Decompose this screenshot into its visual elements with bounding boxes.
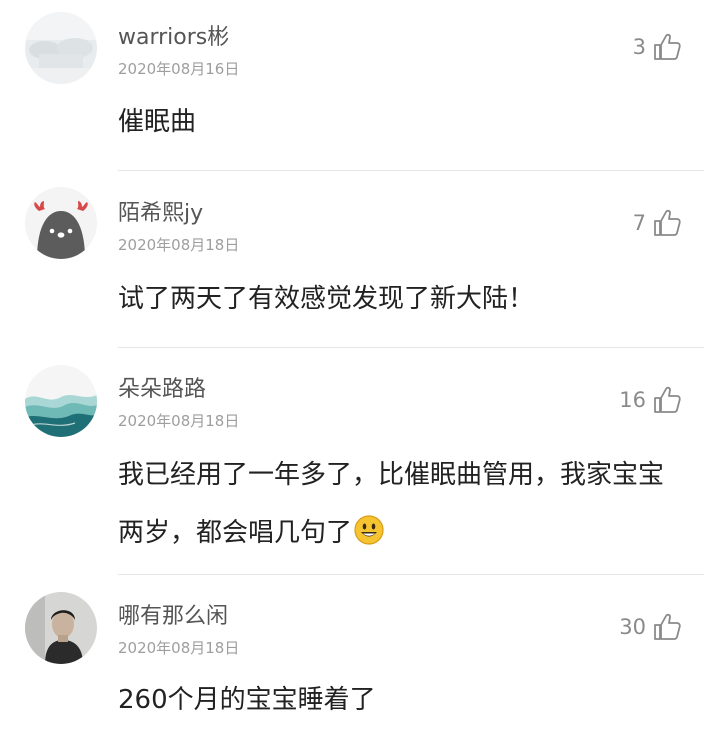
comment-item: warriors彬 2020年08月16日 3 催眠曲 [0, 0, 704, 171]
avatar[interactable] [25, 365, 97, 437]
comment-text: 催眠曲 [118, 107, 197, 137]
comment-date: 2020年08月16日 [118, 60, 240, 78]
comment-text: 试了两天了有效感觉发现了新大陆！ [118, 284, 535, 314]
like-button[interactable]: 7 [633, 207, 682, 239]
username[interactable]: 陌希熙jy [118, 203, 203, 225]
username[interactable]: warriors彬 [118, 27, 229, 49]
comment-text-content: 我已经用了一年多了，比催眠曲管用，我家宝宝两岁，都会唱几句了 [118, 460, 665, 548]
smiley-emoji-icon [354, 515, 384, 545]
thumbs-up-icon [652, 208, 682, 238]
like-button[interactable]: 30 [619, 611, 682, 643]
avatar[interactable] [25, 592, 97, 664]
comment-text: 我已经用了一年多了，比催眠曲管用，我家宝宝两岁，都会唱几句了 [118, 446, 684, 562]
avatar-portrait-icon [25, 592, 97, 664]
comment-item: 朵朵路路 2020年08月18日 16 我已经用了一年多了，比催眠曲管用，我家宝… [0, 348, 704, 575]
thumbs-up-icon [652, 32, 682, 62]
like-count: 16 [619, 387, 646, 412]
comment-item: 哪有那么闲 2020年08月18日 30 260个月的宝宝睡着了 [0, 575, 704, 739]
comment-date: 2020年08月18日 [118, 412, 240, 430]
comment-text: 260个月的宝宝睡着了 [118, 685, 376, 715]
thumbs-up-icon [652, 385, 682, 415]
comment-date: 2020年08月18日 [118, 639, 240, 657]
avatar[interactable] [25, 187, 97, 259]
like-count: 30 [619, 614, 646, 639]
thumbs-up-icon [652, 612, 682, 642]
username[interactable]: 朵朵路路 [118, 379, 206, 401]
comment-date: 2020年08月18日 [118, 236, 240, 254]
username[interactable]: 哪有那么闲 [118, 606, 228, 628]
like-button[interactable]: 16 [619, 384, 682, 416]
like-count: 3 [632, 34, 646, 59]
comment-item: 陌希熙jy 2020年08月18日 7 试了两天了有效感觉发现了新大陆！ [0, 171, 704, 348]
like-button[interactable]: 3 [633, 31, 682, 63]
avatar-wave-icon [25, 365, 97, 437]
avatar-landscape-icon [25, 12, 97, 84]
avatar[interactable] [25, 12, 97, 84]
avatar-cartoon-deer-icon [25, 187, 97, 259]
like-count: 7 [632, 210, 646, 235]
